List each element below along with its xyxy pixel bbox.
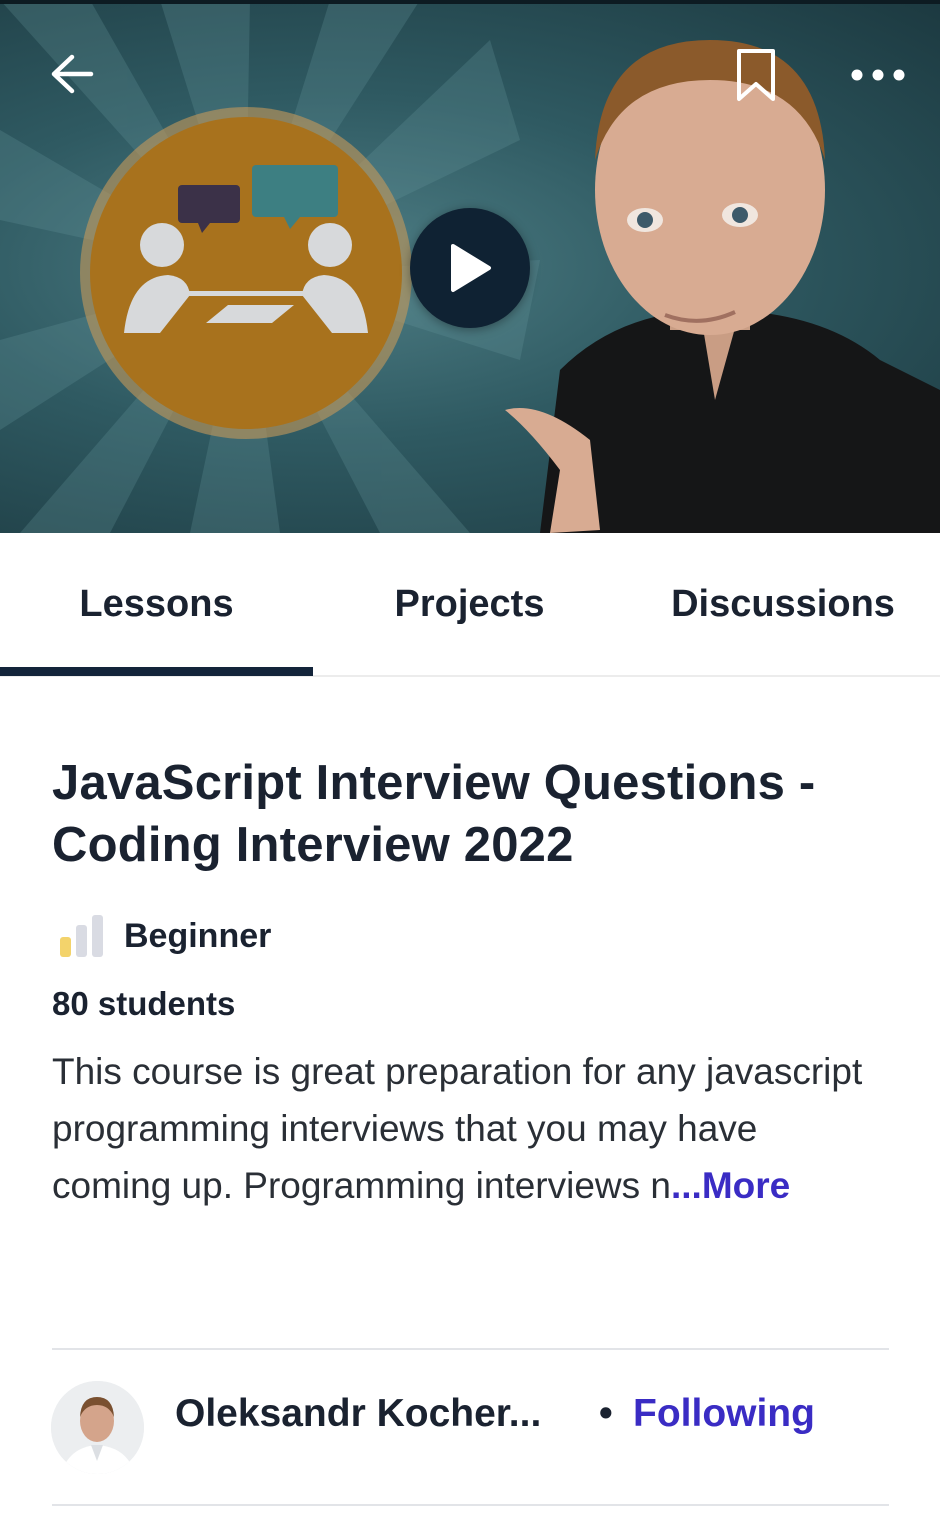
course-tabs: Lessons Projects Discussions xyxy=(0,533,940,677)
course-title: JavaScript Interview Questions - Coding … xyxy=(52,756,816,872)
course-video-thumbnail[interactable] xyxy=(0,0,940,533)
level-bar xyxy=(60,937,71,957)
more-link[interactable]: ...More xyxy=(671,1165,790,1206)
level-bars-icon xyxy=(52,915,104,957)
play-icon xyxy=(451,244,491,292)
teacher-avatar[interactable] xyxy=(51,1381,144,1474)
tab-projects[interactable]: Projects xyxy=(313,533,626,675)
bookmark-icon xyxy=(737,49,775,101)
avatar-image xyxy=(51,1381,144,1474)
arrow-left-icon xyxy=(51,54,94,94)
student-count: 80 students xyxy=(52,985,236,1022)
course-description: This course is great preparation for any… xyxy=(52,1043,872,1214)
following-button[interactable]: Following xyxy=(633,1392,815,1436)
play-button[interactable] xyxy=(410,208,530,328)
more-horizontal-icon xyxy=(851,69,905,81)
interview-illustration xyxy=(80,107,412,439)
divider xyxy=(52,1348,889,1350)
bookmark-button[interactable] xyxy=(724,40,788,110)
active-tab-indicator xyxy=(0,667,313,676)
back-button[interactable] xyxy=(40,44,104,104)
separator-dot: • xyxy=(599,1392,613,1435)
level-bar xyxy=(92,915,103,957)
course-level: Beginner xyxy=(52,910,271,962)
tab-lessons[interactable]: Lessons xyxy=(0,533,313,675)
divider xyxy=(52,1504,889,1506)
more-options-button[interactable] xyxy=(840,50,916,100)
level-label: Beginner xyxy=(124,916,272,955)
level-bar xyxy=(76,925,87,957)
status-bar-edge xyxy=(0,0,940,4)
tab-discussions[interactable]: Discussions xyxy=(626,533,940,675)
teacher-name[interactable]: Oleksandr Kocher... xyxy=(175,1392,541,1436)
